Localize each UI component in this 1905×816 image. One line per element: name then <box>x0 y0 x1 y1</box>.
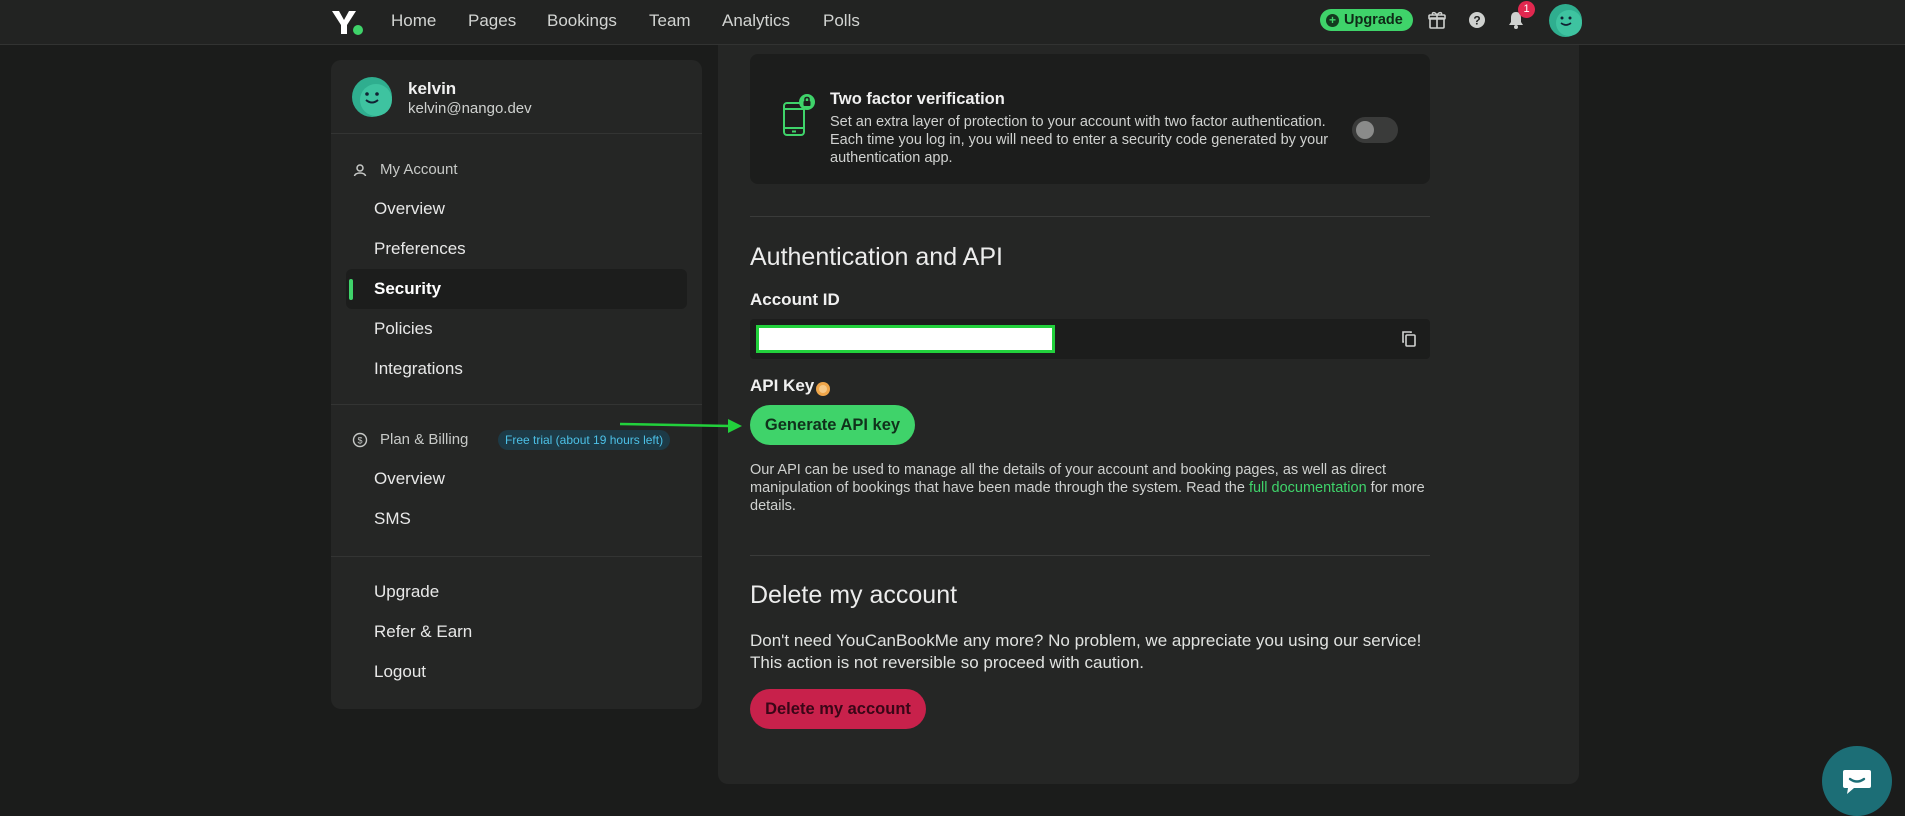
sidebar-divider <box>331 556 702 557</box>
section-divider <box>750 216 1430 217</box>
profile-header: kelvin kelvin@nango.dev <box>331 60 702 134</box>
nav-analytics[interactable]: Analytics <box>722 11 790 31</box>
youcanbook-logo[interactable] <box>330 8 364 36</box>
sidebar-item-upgrade[interactable]: Upgrade <box>346 572 687 612</box>
plan-billing-heading: $ Plan & Billing <box>352 431 468 448</box>
chat-icon <box>1843 770 1871 794</box>
toggle-knob <box>1356 121 1374 139</box>
user-icon <box>353 163 367 176</box>
plus-icon: + <box>1326 13 1339 27</box>
account-id-label: Account ID <box>750 290 840 309</box>
nav-pages[interactable]: Pages <box>468 11 516 31</box>
sidebar-item-security[interactable]: Security <box>346 269 687 309</box>
notification-badge: 1 <box>1518 1 1535 18</box>
dollar-icon: $ <box>352 432 368 447</box>
chat-support-button[interactable] <box>1822 746 1892 816</box>
sidebar-item-integrations[interactable]: Integrations <box>346 349 687 389</box>
nav-bookings[interactable]: Bookings <box>547 11 617 31</box>
sidebar-item-preferences[interactable]: Preferences <box>346 229 687 269</box>
my-account-label: My Account <box>380 161 458 178</box>
sidebar-divider <box>331 404 702 405</box>
delete-account-button[interactable]: Delete my account <box>750 689 926 729</box>
two-factor-title: Two factor verification <box>830 90 1005 108</box>
upgrade-label: Upgrade <box>1344 12 1403 28</box>
nav-home[interactable]: Home <box>391 11 436 31</box>
copy-icon[interactable] <box>1401 330 1417 348</box>
delete-description-line-2: This action is not reversible so proceed… <box>750 653 1145 672</box>
generate-api-key-button[interactable]: Generate API key <box>750 405 915 445</box>
auth-api-heading: Authentication and API <box>750 243 1003 271</box>
gift-icon[interactable] <box>1427 10 1447 30</box>
full-documentation-link[interactable]: full documentation <box>1249 480 1367 496</box>
settings-sidebar: kelvin kelvin@nango.dev My Account Overv… <box>331 60 702 709</box>
plan-billing-label: Plan & Billing <box>380 431 469 448</box>
user-email: kelvin@nango.dev <box>408 100 532 117</box>
sidebar-item-billing-overview[interactable]: Overview <box>346 459 687 499</box>
top-navigation: Home Pages Bookings Team Analytics Polls… <box>0 0 1905 45</box>
upgrade-button[interactable]: + Upgrade <box>1320 9 1413 31</box>
account-id-input[interactable] <box>756 325 1055 353</box>
two-factor-toggle[interactable] <box>1352 117 1398 143</box>
svg-text:?: ? <box>1473 14 1480 28</box>
user-avatar <box>352 77 392 117</box>
sidebar-item-policies[interactable]: Policies <box>346 309 687 349</box>
svg-text:$: $ <box>357 435 362 445</box>
sidebar-item-refer-earn[interactable]: Refer & Earn <box>346 612 687 652</box>
sidebar-item-sms[interactable]: SMS <box>346 499 687 539</box>
sidebar-item-overview[interactable]: Overview <box>346 189 687 229</box>
security-settings-panel: Two factor verification Set an extra lay… <box>619 45 1579 784</box>
api-description: Our API can be used to manage all the de… <box>750 461 1430 515</box>
sidebar-item-logout[interactable]: Logout <box>346 652 687 692</box>
delete-description-line-1: Don't need YouCanBookMe any more? No pro… <box>750 631 1422 650</box>
two-factor-description: Set an extra layer of protection to your… <box>830 114 1329 166</box>
two-factor-card: Two factor verification Set an extra lay… <box>750 54 1430 184</box>
account-id-field <box>750 319 1430 359</box>
delete-account-description: Don't need YouCanBookMe any more? No pro… <box>750 630 1440 674</box>
help-icon[interactable]: ? <box>1467 10 1487 30</box>
arrow-pointer-icon <box>619 419 742 433</box>
nav-polls[interactable]: Polls <box>823 11 860 31</box>
section-divider <box>750 555 1430 556</box>
coin-icon <box>816 382 830 396</box>
delete-account-heading: Delete my account <box>750 581 958 609</box>
user-name: kelvin <box>408 79 457 98</box>
my-account-heading: My Account <box>352 161 458 178</box>
nav-team[interactable]: Team <box>649 11 691 31</box>
api-key-label: API Key <box>750 376 815 395</box>
phone-lock-icon <box>783 94 815 136</box>
avatar[interactable] <box>1549 4 1582 37</box>
